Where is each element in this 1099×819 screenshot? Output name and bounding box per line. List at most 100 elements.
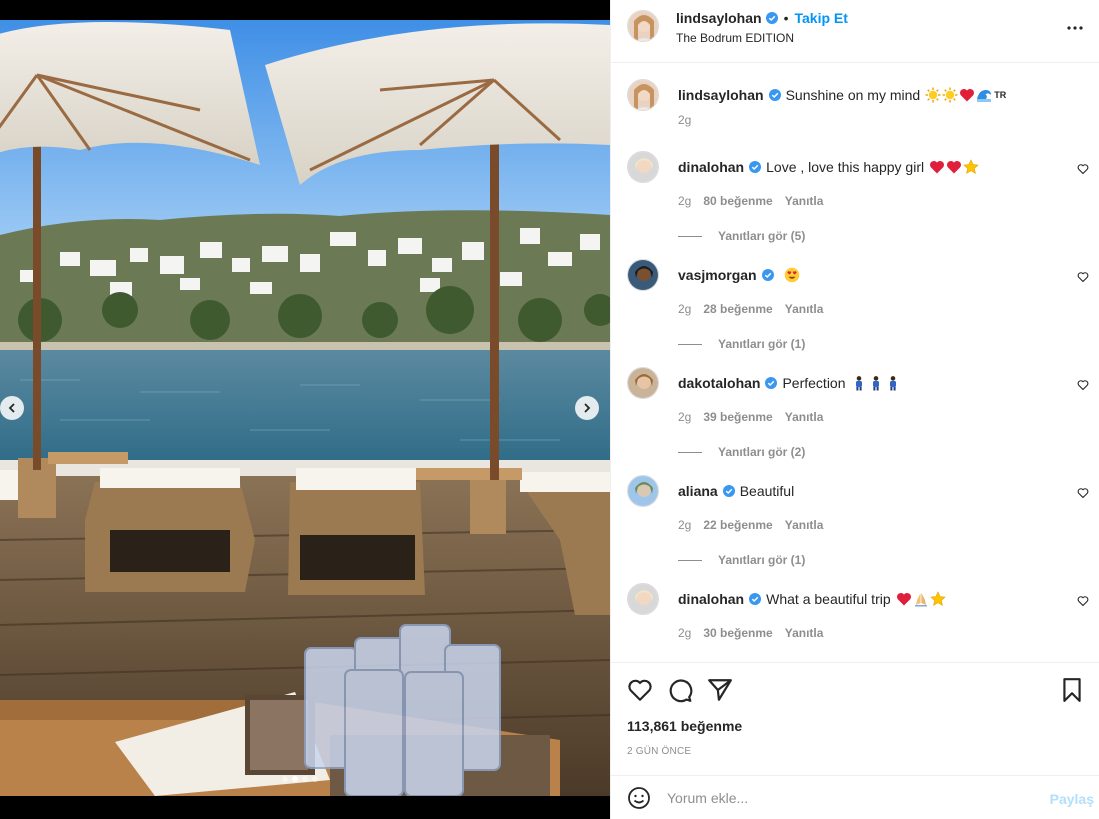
comment-text: What a beautiful trip	[766, 591, 891, 607]
comment-emojis	[896, 591, 946, 607]
comment-composer: Paylaş	[611, 775, 1099, 819]
replies-divider	[678, 451, 702, 453]
pray-emoji-icon	[914, 593, 927, 607]
comment-like-count[interactable]: 80 beğenme	[703, 194, 772, 208]
comment-emojis	[929, 159, 979, 175]
carousel-dot	[312, 776, 318, 782]
reply-button[interactable]: Yanıtla	[785, 302, 824, 316]
emoji-button[interactable]	[627, 786, 651, 810]
post-photo[interactable]	[0, 20, 610, 796]
view-replies-button[interactable]: Yanıtları gör (1)	[678, 337, 805, 351]
comment-like-count[interactable]: 39 beğenme	[703, 410, 772, 424]
comment-username[interactable]: dakotalohan	[678, 375, 760, 391]
avatar[interactable]	[627, 151, 659, 183]
post-actions: 113,861 beğenme 2 GÜN ÖNCE	[611, 662, 1099, 757]
comment-time[interactable]: 2g	[678, 518, 691, 532]
more-horizontal-icon	[1067, 26, 1083, 30]
view-replies-button[interactable]: Yanıtları gör (5)	[678, 229, 805, 243]
caption-username[interactable]: lindsaylohan	[678, 87, 764, 103]
post-media	[0, 0, 610, 819]
save-button[interactable]	[1059, 677, 1085, 703]
person-emoji-icon	[872, 376, 879, 391]
avatar[interactable]	[627, 475, 659, 507]
chevron-right-icon	[584, 403, 591, 413]
separator-dot: •	[783, 10, 789, 26]
smiley-icon	[628, 787, 650, 809]
view-replies-button[interactable]: Yanıtları gör (1)	[678, 553, 805, 567]
post-location[interactable]: The Bodrum EDITION	[676, 31, 794, 45]
avatar[interactable]	[627, 367, 659, 399]
reply-button[interactable]: Yanıtla	[785, 410, 824, 424]
carousel-prev-button[interactable]	[0, 396, 24, 420]
verified-badge-icon	[761, 269, 774, 281]
caption-time[interactable]: 2g	[678, 113, 691, 127]
view-replies-button[interactable]: Yanıtları gör (2)	[678, 445, 805, 459]
view-replies-label: Yanıtları gör (1)	[718, 337, 806, 351]
avatar[interactable]	[627, 259, 659, 291]
carousel-dot	[302, 776, 308, 782]
heart-emoji-icon	[930, 160, 945, 174]
carousel-dot	[292, 776, 298, 782]
comment-username[interactable]: aliana	[678, 483, 718, 499]
comment-like-heart-icon[interactable]	[1077, 163, 1089, 175]
comment-like-heart-icon[interactable]	[1077, 487, 1089, 499]
avatar[interactable]	[627, 79, 659, 111]
heart-eyes-emoji-icon	[784, 267, 799, 283]
comment-username[interactable]: vasjmorgan	[678, 267, 757, 283]
heart-emoji-icon	[960, 88, 975, 102]
comment-emojis	[784, 267, 800, 283]
caption-trailing: TR	[994, 90, 1007, 100]
person-emoji-icon	[889, 376, 896, 391]
like-button[interactable]	[627, 677, 653, 703]
share-button[interactable]	[707, 677, 733, 703]
reply-button[interactable]: Yanıtla	[785, 518, 824, 532]
comment-time[interactable]: 2g	[678, 194, 691, 208]
post-side-panel: lindsaylohan • Takip Et The Bodrum EDITI…	[610, 0, 1099, 819]
comment-like-heart-icon[interactable]	[1077, 271, 1089, 283]
star-emoji-icon	[929, 591, 946, 606]
comment-button[interactable]	[667, 677, 693, 703]
caption-text: Sunshine on my mind	[785, 87, 921, 103]
comment-username[interactable]: dinalohan	[678, 159, 744, 175]
reply-button[interactable]: Yanıtla	[785, 626, 824, 640]
comment-like-count[interactable]: 28 beğenme	[703, 302, 772, 316]
view-replies-label: Yanıtları gör (5)	[718, 229, 806, 243]
sun-emoji-icon	[925, 87, 941, 103]
reply-button[interactable]: Yanıtla	[785, 194, 824, 208]
post-comment-button[interactable]: Paylaş	[1050, 791, 1094, 807]
comment-like-heart-icon[interactable]	[1077, 379, 1089, 391]
comment-like-count[interactable]: 22 beğenme	[703, 518, 772, 532]
verified-badge-icon	[749, 593, 762, 605]
avatar[interactable]	[627, 583, 659, 615]
comment-time[interactable]: 2g	[678, 302, 691, 316]
comment-like-heart-icon[interactable]	[1077, 595, 1089, 607]
avatar[interactable]	[627, 10, 659, 42]
follow-button[interactable]: Takip Et	[794, 10, 847, 26]
replies-divider	[678, 559, 702, 561]
person-emoji-icon	[855, 376, 862, 391]
comment-username[interactable]: dinalohan	[678, 591, 744, 607]
verified-badge-icon	[749, 161, 762, 173]
post-author-username[interactable]: lindsaylohan	[676, 10, 762, 26]
carousel-next-button[interactable]	[575, 396, 599, 420]
comment-time[interactable]: 2g	[678, 410, 691, 424]
star-emoji-icon	[963, 159, 979, 174]
bookmark-icon	[1063, 678, 1081, 702]
comment-like-count[interactable]: 30 beğenme	[703, 626, 772, 640]
comment-text: Love , love this happy girl	[766, 159, 925, 175]
comment-emojis	[851, 375, 901, 391]
verified-badge-icon	[765, 12, 778, 24]
comment-input[interactable]	[667, 786, 1027, 810]
heart-emoji-icon	[896, 592, 911, 606]
heart-emoji-icon	[947, 160, 962, 174]
carousel-dot	[282, 776, 288, 782]
sun-emoji-icon	[942, 87, 958, 103]
post-date[interactable]: 2 GÜN ÖNCE	[627, 746, 691, 757]
more-options-button[interactable]	[1063, 16, 1087, 40]
verified-badge-icon	[765, 377, 778, 389]
comments-list[interactable]: lindsaylohan Sunshine on my mind TR 2g d…	[611, 64, 1099, 660]
like-count[interactable]: 113,861 beğenme	[627, 718, 742, 734]
carousel-indicator	[282, 776, 318, 782]
view-replies-label: Yanıtları gör (2)	[718, 445, 806, 459]
comment-time[interactable]: 2g	[678, 626, 691, 640]
